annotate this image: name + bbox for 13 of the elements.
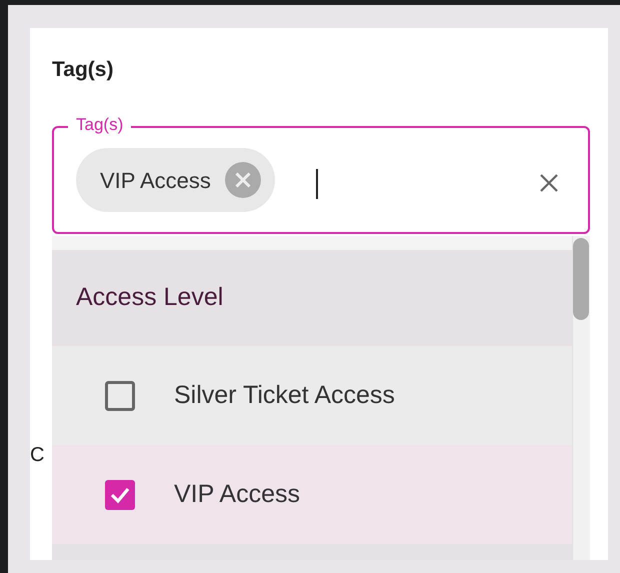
checkbox[interactable] bbox=[104, 380, 136, 412]
section-title: Tag(s) bbox=[52, 57, 114, 83]
form-label: C bbox=[30, 443, 44, 468]
option-item[interactable]: Silver Ticket Access bbox=[52, 346, 572, 445]
scrollbar[interactable] bbox=[572, 236, 588, 560]
scrollbar-thumb[interactable] bbox=[573, 238, 589, 320]
option-item[interactable]: VIP Access bbox=[52, 445, 572, 544]
group-header: Access Level bbox=[76, 282, 224, 314]
tag-chip[interactable]: VIP Access bbox=[76, 148, 275, 212]
remove-icon[interactable] bbox=[224, 162, 261, 198]
text-cursor bbox=[316, 169, 318, 199]
checkbox[interactable] bbox=[104, 478, 136, 510]
clear-icon[interactable] bbox=[538, 172, 560, 194]
